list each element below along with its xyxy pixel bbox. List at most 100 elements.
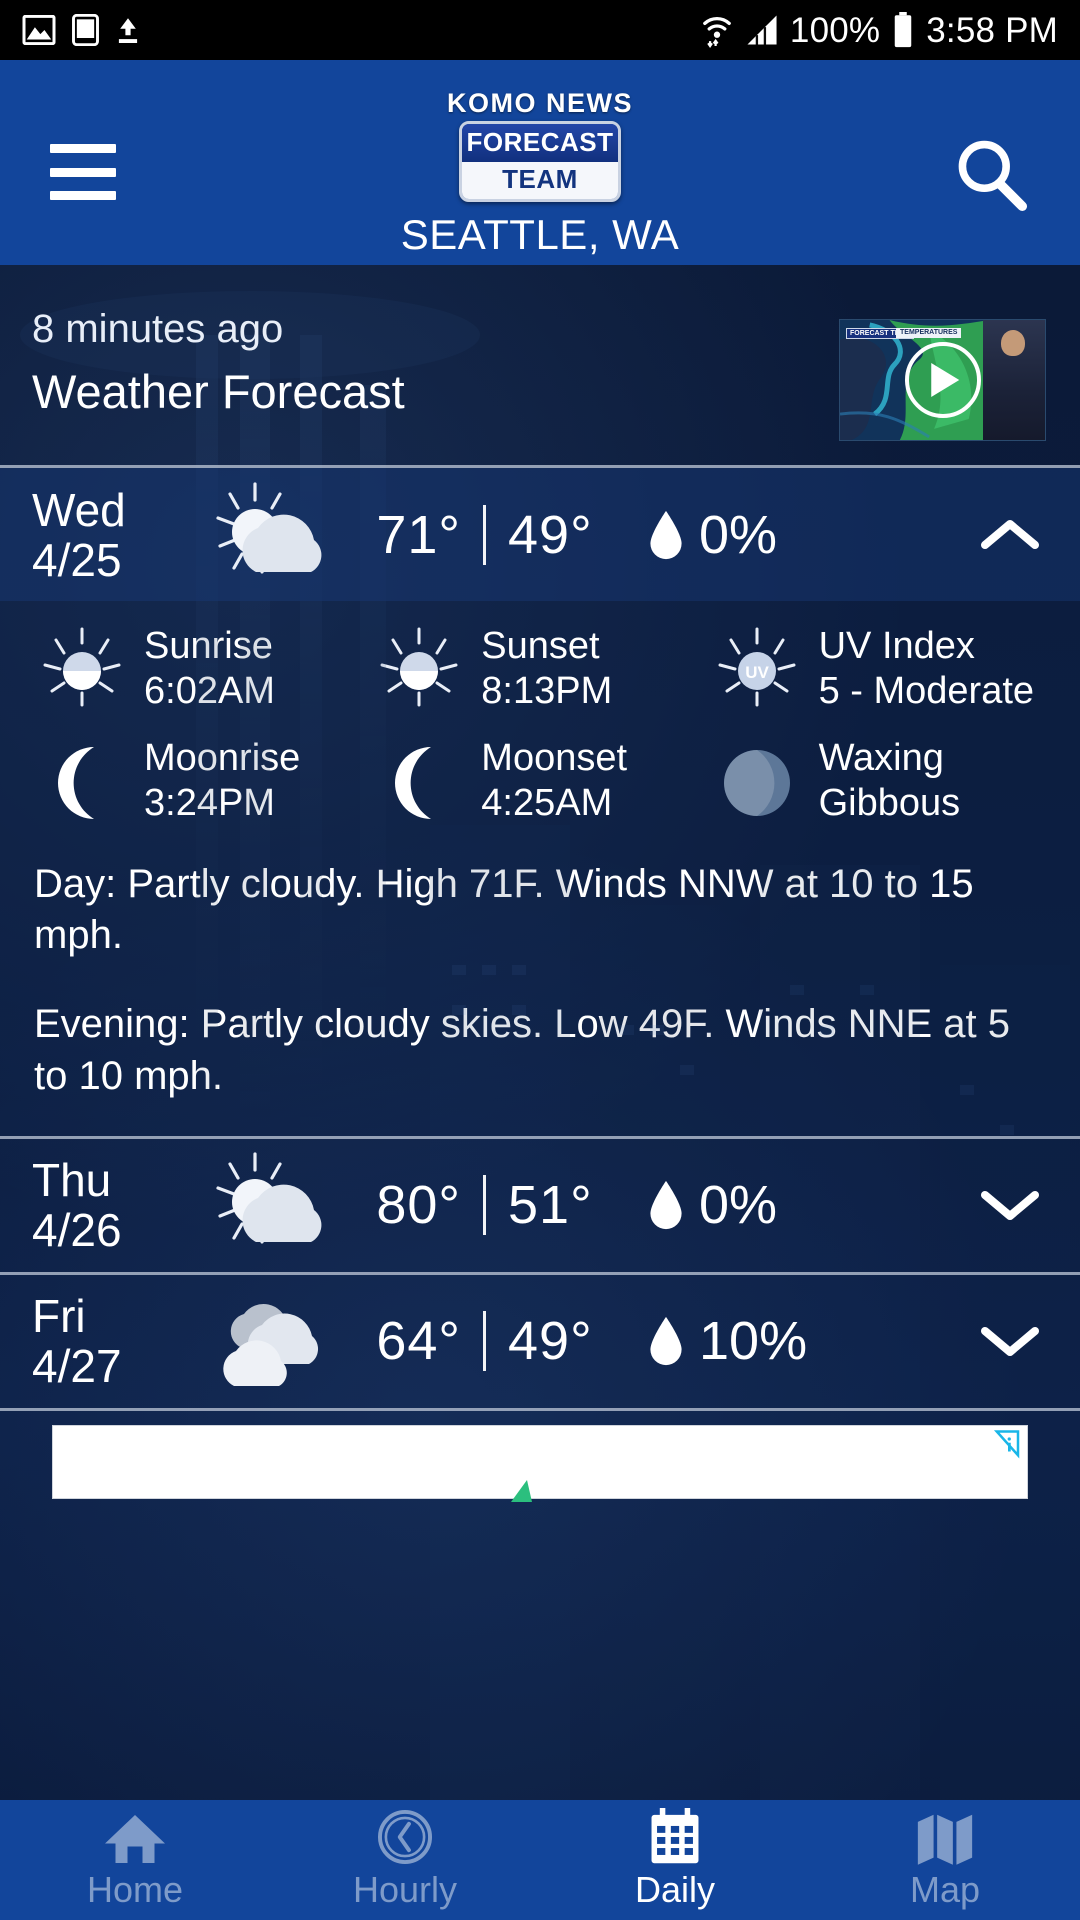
forecast-dayname: Fri — [32, 1290, 86, 1343]
astro-sunrise: Sunrise 6:02AM — [34, 613, 371, 725]
upload-icon — [118, 18, 138, 43]
ad-banner[interactable] — [52, 1424, 1028, 1502]
forecast-datenum: 4/27 — [32, 1340, 122, 1393]
astro-moonrise-text: Moonrise 3:24PM — [144, 736, 300, 826]
bottom-navigation: Home Hourly Daily Map — [0, 1800, 1080, 1920]
astro-moonphase-text: Waxing Gibbous — [819, 736, 961, 826]
map-icon — [915, 1812, 975, 1866]
play-triangle-icon — [930, 363, 959, 397]
calendar-icon — [647, 1808, 703, 1866]
forecast-low: 51° — [508, 1175, 593, 1236]
svg-text:UV: UV — [745, 663, 769, 682]
forecast-evening-text: Evening: Partly cloudy skies. Low 49F. W… — [34, 1002, 1010, 1098]
nav-label-home: Home — [86, 1869, 184, 1910]
video-text: 8 minutes ago Weather Forecast — [32, 307, 839, 419]
astro-moon-phase: Waxing Gibbous — [709, 725, 1046, 837]
astro-label: Sunset — [481, 625, 600, 668]
wifi-icon — [703, 16, 731, 48]
status-bar: 100% 3:58 PM — [0, 0, 1080, 60]
adchoices-icon[interactable] — [993, 1429, 1023, 1459]
app-header: KOMO NEWS FORECAST TEAM SEATTLE, WA — [0, 60, 1080, 265]
astro-value: 5 - Moderate — [818, 670, 1035, 712]
forecast-detail-wed: Sunrise 6:02AM Sunset 8:13PM UV UV Index… — [0, 601, 1080, 1136]
sunrise-icon — [34, 623, 130, 715]
forecast-temps-fri: 64° 49° — [342, 1310, 627, 1372]
moonset-icon — [371, 735, 467, 827]
moon-phase-waxing-gibbous-icon — [709, 735, 805, 827]
forecast-high: 80° — [376, 1175, 461, 1236]
astro-value: Gibbous — [818, 782, 961, 824]
forecast-precip-wed: 0% — [627, 504, 970, 566]
forecast-temps-wed: 71° 49° — [342, 504, 627, 566]
video-thumbnail[interactable]: FORECAST TEAM TEMPERATURES — [839, 319, 1046, 441]
forecast-precip-value: 0% — [699, 504, 778, 565]
meteorologist-head — [1001, 330, 1025, 356]
nav-item-daily[interactable]: Daily — [540, 1800, 810, 1920]
nav-item-home[interactable]: Home — [0, 1800, 270, 1920]
video-timestamp: 8 minutes ago — [32, 307, 284, 351]
forecast-date-fri: Fri 4/27 — [32, 1293, 192, 1389]
astro-value: 6:02AM — [144, 670, 275, 712]
clock-time: 3:58 PM — [926, 10, 1058, 50]
logo-komo-news: KOMO NEWS — [447, 88, 633, 118]
forecast-row-thu[interactable]: Thu 4/26 80° 51° 0% — [0, 1139, 1080, 1272]
astro-value: 8:13PM — [481, 670, 613, 712]
battery-percent: 100% — [789, 10, 881, 50]
location-label: SEATTLE, WA — [400, 211, 680, 258]
nav-item-hourly[interactable]: Hourly — [270, 1800, 540, 1920]
forecast-row-fri[interactable]: Fri 4/27 64° 49° 10% — [0, 1275, 1080, 1408]
forecast-high: 71° — [376, 504, 461, 565]
astro-label: Moonrise — [144, 737, 301, 780]
raindrop-icon — [650, 1317, 682, 1366]
astro-label: Waxing — [818, 737, 944, 780]
partly-cloudy-day-icon — [192, 480, 342, 590]
astro-moonset-text: Moonset 4:25AM — [481, 736, 627, 826]
chevron-up-icon[interactable] — [970, 517, 1050, 553]
astro-value: 4:25AM — [481, 782, 613, 824]
forecast-datenum: 4/25 — [32, 533, 122, 586]
status-bar-right-icons: 100% 3:58 PM — [700, 12, 1058, 48]
logo-team-text: TEAM — [462, 162, 618, 199]
forecast-dayname: Wed — [32, 483, 126, 536]
forecast-dayname: Thu — [32, 1154, 112, 1207]
astro-label: Sunrise — [144, 625, 273, 668]
temp-separator — [483, 504, 486, 565]
chevron-down-icon[interactable] — [970, 1323, 1050, 1359]
featured-video[interactable]: 8 minutes ago Weather Forecast FORECAST … — [0, 265, 1080, 465]
forecast-precip-value: 0% — [699, 1175, 778, 1236]
forecast-precip-fri: 10% — [627, 1310, 970, 1372]
moonrise-icon — [34, 735, 130, 827]
nav-label-map: Map — [909, 1869, 981, 1910]
forecast-row-wed[interactable]: Wed 4/25 71° 49° 0% — [0, 468, 1080, 601]
hamburger-menu-icon[interactable] — [50, 144, 116, 200]
chevron-down-icon[interactable] — [970, 1187, 1050, 1223]
search-icon[interactable] — [952, 136, 1028, 212]
clock-icon — [376, 1809, 434, 1866]
astro-uv-text: UV Index 5 - Moderate — [819, 624, 1034, 714]
image-icon — [22, 15, 56, 45]
astro-label: Moonset — [481, 737, 628, 780]
ad-graphic — [510, 1479, 532, 1502]
partly-cloudy-day-icon — [192, 1150, 342, 1260]
nav-item-map[interactable]: Map — [810, 1800, 1080, 1920]
forecast-low: 49° — [508, 504, 593, 565]
nav-label-daily: Daily — [634, 1869, 715, 1910]
forecast-high: 64° — [376, 1311, 461, 1372]
astro-grid: Sunrise 6:02AM Sunset 8:13PM UV UV Index… — [34, 613, 1046, 837]
home-icon — [102, 1812, 168, 1866]
forecast-precip-value: 10% — [699, 1311, 808, 1372]
logo-forecast-text: FORECAST — [462, 124, 618, 162]
astro-label: UV Index — [818, 625, 975, 668]
battery-icon — [895, 12, 912, 48]
forecast-temps-thu: 80° 51° — [342, 1174, 627, 1236]
astro-value: 3:24PM — [144, 782, 275, 824]
uv-index-icon: UV — [709, 623, 805, 715]
logo-forecast-team-box: FORECAST TEAM — [459, 121, 621, 202]
astro-moonset: Moonset 4:25AM — [371, 725, 708, 837]
cell-signal-icon — [747, 15, 777, 45]
astro-moonrise: Moonrise 3:24PM — [34, 725, 371, 837]
play-button-icon[interactable] — [904, 342, 981, 418]
astro-sunset: Sunset 8:13PM — [371, 613, 708, 725]
nav-label-hourly: Hourly — [352, 1869, 458, 1910]
forecast-low: 49° — [508, 1311, 593, 1372]
